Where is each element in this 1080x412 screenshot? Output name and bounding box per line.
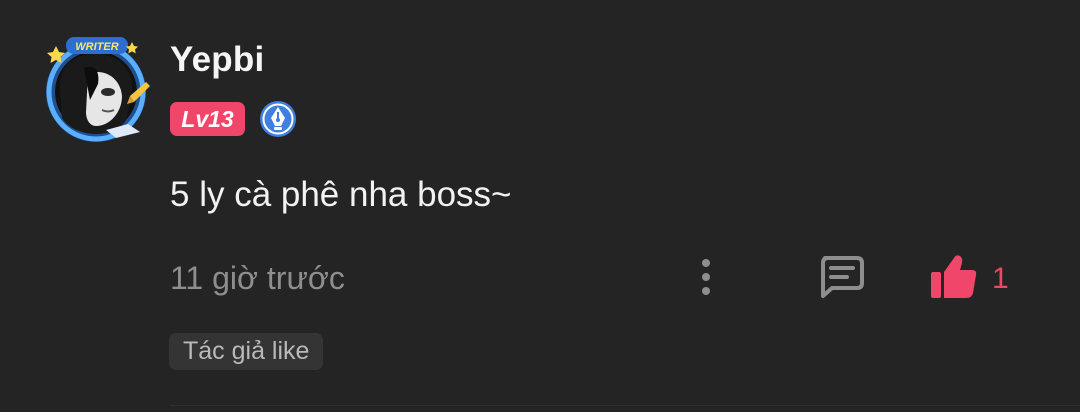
comment-text: 5 ly cà phê nha boss~ [170, 175, 512, 214]
like-count: 1 [992, 262, 1009, 295]
avatar-frame-label: WRITER [75, 41, 118, 53]
comment-item: WRITER Yepbi Lv13 5 ly cà phê nha boss~ … [0, 0, 1080, 412]
pen-nib-icon [259, 100, 297, 138]
like-button[interactable] [928, 252, 980, 302]
avatar[interactable]: WRITER [36, 34, 156, 146]
timestamp: 11 giờ trước [170, 260, 345, 296]
reply-button[interactable] [816, 254, 866, 300]
author-liked-tag: Tác giả like [169, 333, 324, 370]
more-options-button[interactable] [690, 256, 722, 298]
divider [170, 405, 1080, 406]
thumbs-up-icon [931, 255, 977, 298]
avatar-writer-frame: WRITER [46, 37, 150, 142]
more-vertical-icon [702, 259, 710, 295]
level-badge: Lv13 [170, 102, 245, 136]
comment-icon [821, 256, 864, 298]
username[interactable]: Yepbi [170, 40, 264, 80]
